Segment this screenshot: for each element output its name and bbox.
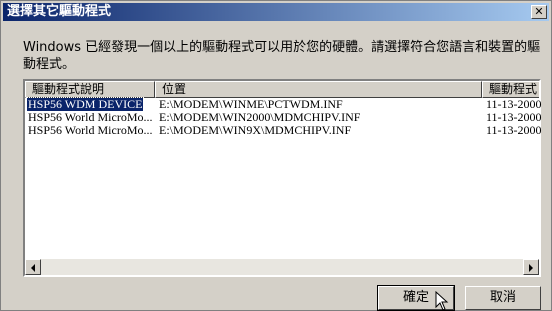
instruction-text: Windows 已經發現一個以上的驅動程式可以用於您的硬體。請選擇符合您語言和裝… — [23, 40, 541, 72]
scroll-right-arrow-icon — [529, 264, 533, 272]
scroll-left-button[interactable] — [25, 259, 41, 275]
mouse-pointer-icon — [435, 291, 449, 311]
title-bar[interactable]: 選擇其它驅動程式 ✕ — [3, 3, 549, 21]
driver-location: E:\MODEM\WINME\PCTWDM.INF — [159, 98, 343, 111]
scroll-right-button[interactable] — [523, 259, 539, 275]
driver-description: HSP56 WDM DEVICE — [25, 97, 145, 112]
column-header-description[interactable]: 驅動程式說明 — [25, 81, 155, 98]
driver-date: 11-13-2000 — [486, 124, 542, 137]
select-driver-dialog: 選擇其它驅動程式 ✕ Windows 已經發現一個以上的驅動程式可以用於您的硬體… — [0, 0, 552, 311]
column-header-date[interactable]: 驅動程式日期 — [482, 81, 539, 98]
close-button[interactable]: ✕ — [531, 5, 547, 19]
driver-location: E:\MODEM\WIN2000\MDMCHIPV.INF — [159, 111, 361, 124]
scroll-left-arrow-icon — [31, 264, 35, 272]
driver-description: HSP56 World MicroMo... — [28, 111, 153, 124]
table-row[interactable]: HSP56 WDM DEVICE E:\MODEM\WINME\PCTWDM.I… — [25, 97, 542, 112]
table-row[interactable]: HSP56 World MicroMo... E:\MODEM\WIN9X\MD… — [25, 124, 542, 137]
close-icon: ✕ — [534, 5, 544, 18]
horizontal-scrollbar[interactable] — [25, 259, 539, 275]
table-row[interactable]: HSP56 World MicroMo... E:\MODEM\WIN2000\… — [25, 111, 542, 124]
column-header-location[interactable]: 位置 — [155, 81, 482, 98]
driver-list[interactable]: 驅動程式說明 位置 驅動程式日期 HSP56 WDM DEVICE E:\MOD… — [23, 79, 542, 277]
window-title: 選擇其它驅動程式 — [7, 4, 112, 19]
driver-description: HSP56 World MicroMo... — [28, 124, 153, 137]
driver-date: 11-13-2000 — [486, 111, 542, 124]
driver-date: 11-13-2000 — [486, 98, 542, 111]
driver-location: E:\MODEM\WIN9X\MDMCHIPV.INF — [159, 124, 352, 137]
list-header: 驅動程式說明 位置 驅動程式日期 — [25, 81, 539, 98]
cancel-button[interactable]: 取消 — [465, 286, 541, 310]
